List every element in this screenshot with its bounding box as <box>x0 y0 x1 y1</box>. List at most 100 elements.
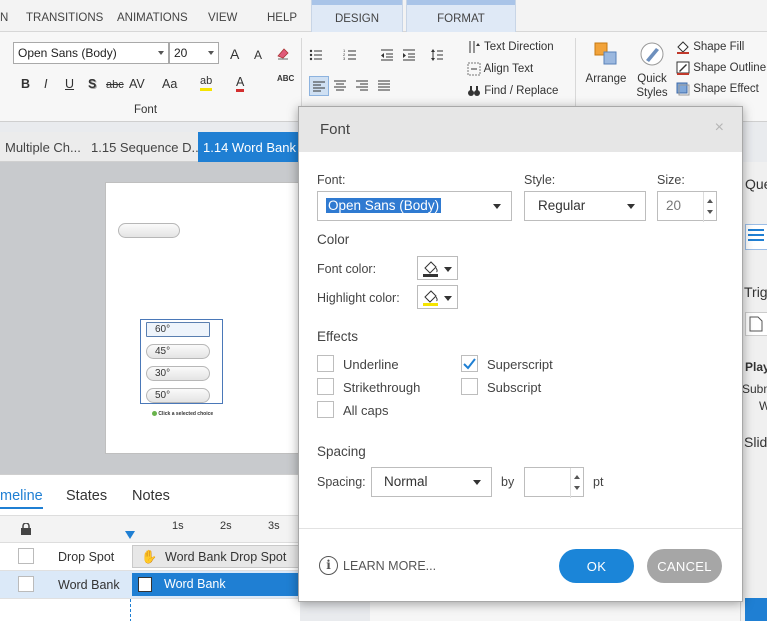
font-group-label: Font <box>134 104 158 116</box>
tab-transitions[interactable]: TRANSITIONS <box>26 12 103 24</box>
spacing-select[interactable]: Normal <box>371 467 492 497</box>
shadow-button[interactable]: S <box>88 76 96 92</box>
effects-section-title: Effects <box>317 329 359 344</box>
underline-button[interactable]: U <box>65 76 74 92</box>
tab-timeline[interactable]: meline <box>0 488 43 509</box>
line-spacing-button[interactable] <box>430 46 444 62</box>
highlight-button[interactable]: ab <box>200 75 213 91</box>
superscript-checkbox[interactable] <box>461 355 478 372</box>
slide-layers-title[interactable]: Slid <box>744 434 767 450</box>
clear-formatting-button[interactable] <box>276 44 290 60</box>
align-center-button[interactable] <box>333 77 347 93</box>
align-text-icon <box>467 62 481 76</box>
bullets-button[interactable] <box>309 46 323 62</box>
tab-view[interactable]: VIEW <box>208 12 237 24</box>
font-label: Font: <box>317 173 346 187</box>
word-bank-item[interactable]: 30° <box>146 366 210 381</box>
ok-button[interactable]: OK <box>559 549 634 583</box>
underline-checkbox[interactable] <box>317 355 334 372</box>
word-bank-item[interactable]: 45° <box>146 344 210 359</box>
paint-bucket-icon <box>423 290 438 306</box>
text-direction-button[interactable]: Text Direction <box>467 40 554 54</box>
font-color-picker[interactable] <box>417 256 458 280</box>
arrange-icon <box>594 42 617 65</box>
increase-indent-button[interactable] <box>402 46 416 62</box>
arrange-label: Arrange <box>585 73 627 85</box>
justify-button[interactable] <box>377 77 391 93</box>
italic-button[interactable]: I <box>44 76 47 92</box>
shape-fill-button[interactable]: Shape Fill <box>676 40 744 54</box>
ribbon-font-name-combo[interactable]: Open Sans (Body) <box>13 42 169 64</box>
close-icon[interactable]: × <box>715 119 724 137</box>
slide-tab-label: 1.15 Sequence D... <box>91 140 198 155</box>
font-select[interactable]: Open Sans (Body) <box>317 191 512 221</box>
bullet-list-icon <box>309 49 322 60</box>
word-bank-item[interactable]: 50° <box>146 388 210 403</box>
list-view-button[interactable] <box>745 224 767 250</box>
arrange-button[interactable]: Arrange <box>584 40 628 86</box>
strikethrough-button[interactable]: abc <box>106 77 124 93</box>
align-right-button[interactable] <box>355 77 369 93</box>
ribbon-font-size-combo[interactable]: 20 <box>169 42 219 64</box>
spacing-label: Spacing: <box>317 475 366 489</box>
spellcheck-button[interactable]: ABC <box>277 74 294 84</box>
drop-spot-shape[interactable] <box>118 223 180 238</box>
shape-outline-button[interactable]: Shape Outline <box>676 61 766 75</box>
visibility-checkbox[interactable] <box>18 548 34 564</box>
align-text-button[interactable]: Align Text <box>467 62 533 76</box>
lock-icon[interactable] <box>20 522 32 538</box>
lock-icon-glyph <box>21 522 31 535</box>
shrink-font-button[interactable]: A <box>254 47 262 63</box>
tab-help[interactable]: HELP <box>267 12 297 24</box>
slide-tab-multiple-choice[interactable]: Multiple Ch... <box>0 132 86 162</box>
tab-design[interactable]: DESIGN <box>311 0 403 32</box>
all-caps-checkbox[interactable] <box>317 401 334 418</box>
visibility-checkbox[interactable] <box>18 576 34 592</box>
highlight-color-picker[interactable] <box>417 285 458 309</box>
subscript-checkbox[interactable] <box>461 378 478 395</box>
style-select[interactable]: Regular <box>524 191 646 221</box>
bold-button[interactable]: B <box>21 76 30 92</box>
timeline-bar[interactable]: ✋ Word Bank Drop Spot <box>132 545 300 568</box>
tab-format[interactable]: FORMAT <box>406 0 516 32</box>
trigger-item[interactable] <box>745 312 767 336</box>
playhead-icon[interactable] <box>125 531 135 539</box>
shape-effect-button[interactable]: Shape Effect <box>676 82 759 96</box>
find-replace-button[interactable]: Find / Replace <box>467 84 558 98</box>
info-icon: i <box>319 556 338 575</box>
numbering-button[interactable]: 123 <box>343 46 357 62</box>
tab-states[interactable]: States <box>66 488 107 504</box>
justify-icon <box>378 80 390 91</box>
slide-tab-word-bank[interactable]: 1.14 Word Bank <box>198 132 300 162</box>
character-spacing-button[interactable]: AV <box>129 76 145 92</box>
timeline-panel: meline States Notes 1s 2s 3s Drop Spot ✋… <box>0 474 300 621</box>
word-bank-box[interactable]: 60° 45° 30° 50° <box>140 319 223 404</box>
spacing-amount-stepper[interactable] <box>524 467 584 498</box>
timeline-row[interactable]: Word Bank Word Bank <box>0 571 300 599</box>
grow-font-button[interactable]: A <box>230 46 239 62</box>
decrease-indent-button[interactable] <box>380 46 394 62</box>
slide-tab-label: 1.14 Word Bank <box>203 140 296 155</box>
stepper-arrows[interactable] <box>703 192 716 222</box>
shape-outline-label: Shape Outline <box>693 62 767 75</box>
triggers-panel-title[interactable]: Trig <box>744 284 767 300</box>
timeline-bar-selected[interactable]: Word Bank <box>132 573 300 596</box>
strikethrough-checkbox[interactable] <box>317 378 334 395</box>
word-bank-item[interactable]: 60° <box>146 322 210 337</box>
paint-bucket-icon <box>677 41 689 54</box>
size-stepper[interactable]: 20 <box>657 191 717 222</box>
tab-notes[interactable]: Notes <box>132 488 170 504</box>
timeline-row[interactable]: Drop Spot ✋ Word Bank Drop Spot <box>0 543 300 571</box>
stepper-arrows[interactable] <box>570 468 583 498</box>
tab-animations[interactable]: ANIMATIONS <box>117 12 188 24</box>
quick-styles-button[interactable]: Quick Styles <box>630 40 674 100</box>
font-color-button[interactable]: A <box>236 75 245 92</box>
slide-tab-sequence[interactable]: 1.15 Sequence D... <box>86 132 198 162</box>
questions-panel-title[interactable]: Que <box>745 176 767 192</box>
slide-preview[interactable]: 60° 45° 30° 50° Click a selected choice <box>105 182 300 454</box>
selected-layer-thumb[interactable] <box>745 598 767 621</box>
align-left-button[interactable] <box>309 76 329 96</box>
tab-home-partial[interactable]: N <box>0 12 8 24</box>
change-case-button[interactable]: Aa <box>162 76 177 92</box>
cancel-button[interactable]: CANCEL <box>647 549 722 583</box>
